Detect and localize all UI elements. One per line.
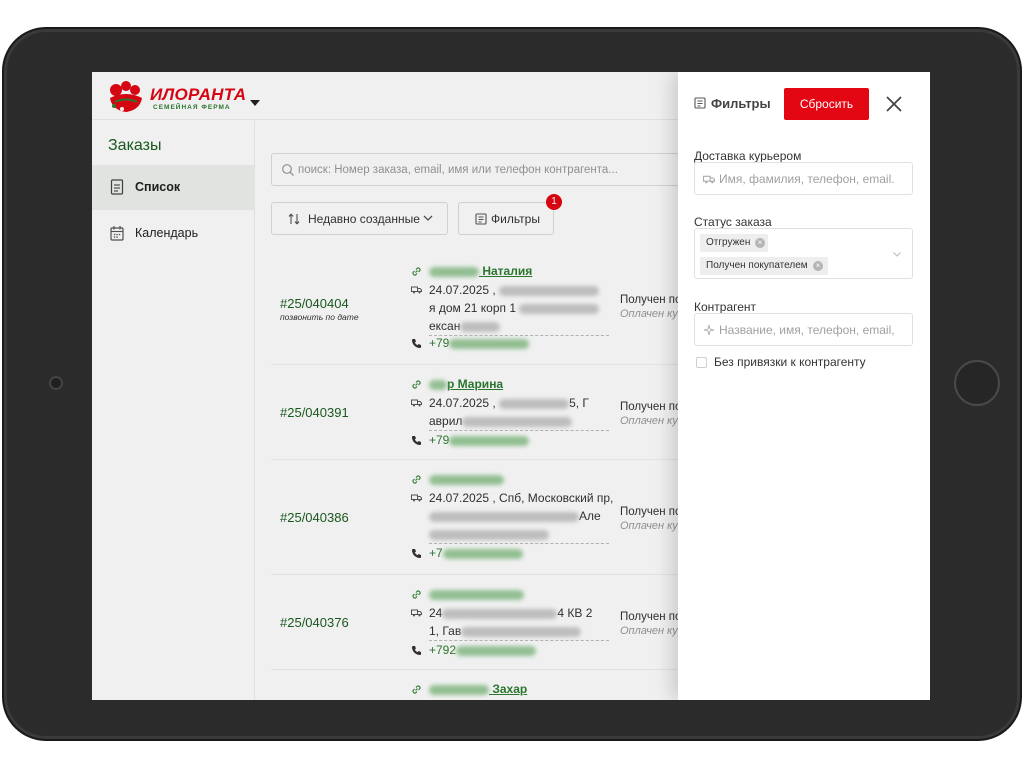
courier-field — [694, 162, 913, 195]
chevron-down-icon — [893, 252, 901, 257]
truck-icon — [703, 175, 715, 184]
filters-drawer: Фильтры Сбросить Доставка курьером Стату… — [678, 72, 930, 700]
no-contractor-label: Без привязки к контрагенту — [714, 355, 866, 369]
courier-input[interactable] — [719, 170, 909, 188]
no-contractor-checkbox[interactable] — [696, 357, 707, 368]
status-field-label: Статус заказа — [694, 215, 772, 229]
status-tag-label: Получен покупателем — [706, 260, 808, 271]
drawer-title-label: Фильтры — [711, 96, 771, 111]
status-tag-label: Отгружен — [706, 237, 751, 248]
front-camera — [49, 376, 63, 390]
contractor-field-label: Контрагент — [694, 300, 757, 314]
home-button — [954, 360, 1000, 406]
drawer-backdrop[interactable] — [92, 72, 678, 700]
remove-tag-icon[interactable]: × — [813, 261, 823, 271]
status-select[interactable]: Отгружен × Получен покупателем × — [694, 228, 913, 279]
close-icon[interactable] — [884, 94, 904, 114]
status-tag: Получен покупателем × — [700, 257, 828, 275]
filter-icon — [694, 97, 706, 109]
status-tag: Отгружен × — [700, 234, 768, 252]
contractor-input[interactable] — [719, 321, 909, 339]
reset-filters-button[interactable]: Сбросить — [784, 88, 869, 120]
courier-field-label: Доставка курьером — [694, 149, 802, 163]
sparkle-icon — [703, 324, 715, 336]
remove-tag-icon[interactable]: × — [755, 238, 765, 248]
app-screen: ИЛОРАНТА СЕМЕЙНАЯ ФЕРМА Заказы Список Ка… — [92, 72, 930, 700]
contractor-field — [694, 313, 913, 346]
